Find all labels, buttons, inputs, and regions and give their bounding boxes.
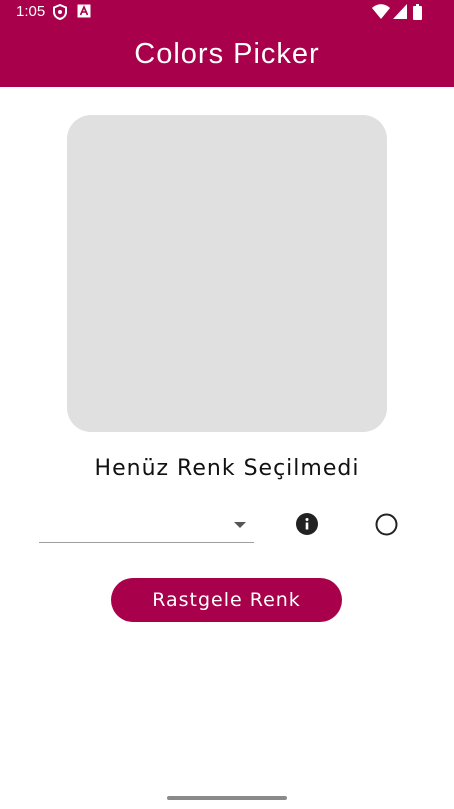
app-title: Colors Picker — [134, 38, 320, 70]
app-bar: 1:05 Colors Picker — [0, 0, 454, 87]
random-color-button[interactable]: Rastgele Renk — [111, 578, 342, 622]
signal-icon — [393, 4, 407, 19]
status-bar: 1:05 — [0, 0, 454, 24]
selection-status-text: Henüz Renk Seçilmedi — [94, 456, 360, 481]
wifi-icon — [372, 4, 390, 19]
radio-button[interactable] — [375, 513, 398, 536]
shield-icon — [53, 4, 67, 20]
status-time: 1:05 — [16, 3, 46, 20]
color-preview — [67, 115, 387, 432]
home-indicator[interactable] — [167, 796, 287, 800]
color-dropdown[interactable] — [39, 512, 254, 543]
dropdown-arrow-icon — [234, 522, 246, 528]
info-icon[interactable] — [296, 513, 318, 535]
battery-icon — [413, 4, 422, 20]
a-badge-icon — [77, 4, 91, 18]
